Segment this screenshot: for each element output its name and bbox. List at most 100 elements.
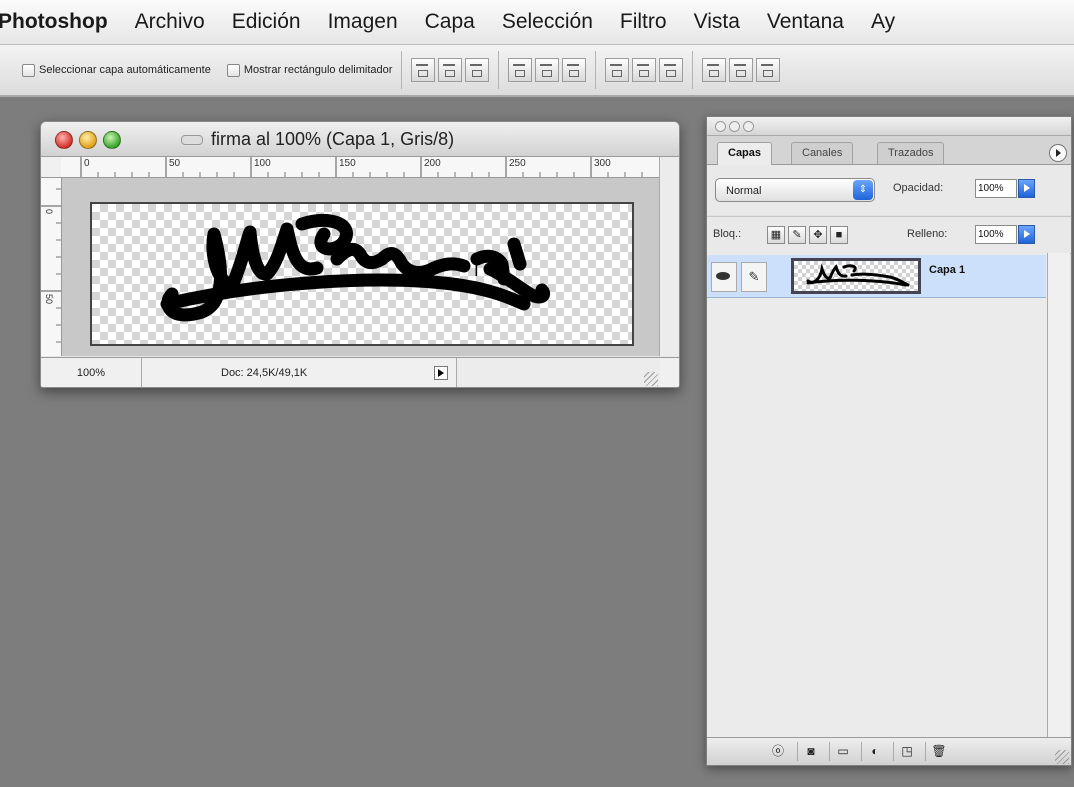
distribute-top-icon[interactable]	[605, 58, 630, 82]
palette-minimize-button[interactable]	[729, 121, 740, 132]
menu-vista[interactable]: Vista	[694, 10, 740, 34]
add-layer-mask-icon[interactable]: ◙	[797, 742, 824, 761]
close-button[interactable]	[55, 131, 73, 149]
distribute-hcenter-icon[interactable]	[729, 58, 754, 82]
document-size-info: Doc: 24,5K/49,1K	[221, 367, 308, 379]
tab-capas[interactable]: Capas	[717, 142, 773, 165]
divider	[498, 51, 500, 89]
document-horizontal-scrollbar[interactable]	[456, 358, 660, 387]
tab-canales[interactable]: Canales	[791, 142, 854, 164]
distribute-vcenter-icon[interactable]	[632, 58, 657, 82]
align-right-edges-icon[interactable]	[562, 58, 587, 82]
menu-ayuda[interactable]: Ay	[871, 10, 895, 34]
lock-all-padlock-icon[interactable]: ■	[830, 226, 848, 244]
menu-edicion[interactable]: Edición	[232, 10, 301, 34]
menu-bar: Photoshop Archivo Edición Imagen Capa Se…	[0, 0, 1074, 45]
show-bounds-checkbox[interactable]: Mostrar rectángulo delimitador	[226, 63, 393, 77]
palette-zoom-button[interactable]	[743, 121, 754, 132]
new-adjustment-layer-icon[interactable]: ◐	[861, 742, 888, 761]
distribute-left-icon[interactable]	[702, 58, 727, 82]
menu-ventana[interactable]: Ventana	[767, 10, 844, 34]
show-bounds-label: Mostrar rectángulo delimitador	[243, 64, 393, 76]
ruler-origin[interactable]	[41, 157, 62, 178]
layer-brush-link-icon[interactable]: ✎	[741, 262, 767, 292]
vertical-ruler[interactable]: 0 50	[41, 178, 62, 356]
new-layer-icon[interactable]: ◳	[893, 742, 920, 761]
blend-row: Normal ⇕ Opacidad: 100%	[707, 165, 1071, 215]
image-canvas[interactable]: I	[90, 202, 634, 346]
visibility-eye-icon[interactable]	[711, 262, 737, 292]
distribute-right-icon[interactable]	[756, 58, 781, 82]
opacity-label: Opacidad:	[893, 182, 944, 194]
minimize-button[interactable]	[79, 131, 97, 149]
document-vertical-scrollbar[interactable]	[659, 157, 679, 356]
divider	[595, 51, 597, 89]
palette-tabs: Capas Canales Trazados	[707, 136, 1071, 165]
lock-image-brush-icon[interactable]: ✎	[788, 226, 806, 244]
ruler-label: 50	[44, 294, 54, 305]
document-titlebar[interactable]: firma al 100% (Capa 1, Gris/8)	[41, 122, 679, 157]
menu-imagen[interactable]: Imagen	[328, 10, 398, 34]
opacity-slider-arrow-icon[interactable]	[1018, 179, 1035, 198]
layers-palette: Capas Canales Trazados Normal ⇕ Opacidad…	[706, 116, 1072, 766]
zoom-level-field[interactable]: 100%	[41, 358, 142, 387]
opacity-input[interactable]: 100%	[975, 179, 1017, 198]
distribute-horizontal-group	[702, 58, 781, 82]
fill-label: Relleno:	[907, 228, 948, 240]
menu-filtro[interactable]: Filtro	[620, 10, 667, 34]
horizontal-ruler[interactable]: 0 50 100 150 200 250 300	[61, 157, 659, 178]
ruler-label: 100	[254, 158, 271, 169]
status-bar: 100% Doc: 24,5K/49,1K	[41, 357, 679, 387]
blend-mode-value: Normal	[726, 185, 762, 197]
lock-position-move-icon[interactable]: ✥	[809, 226, 827, 244]
layer-row[interactable]: ✎ Capa 1	[707, 255, 1046, 298]
blend-mode-select[interactable]: Normal ⇕	[715, 178, 875, 202]
align-left-edges-icon[interactable]	[508, 58, 533, 82]
layers-vertical-scrollbar[interactable]	[1048, 253, 1070, 737]
resize-grip-icon[interactable]	[644, 372, 658, 386]
lock-label: Bloq.:	[713, 228, 742, 240]
add-layer-style-icon[interactable]: ⓞ	[765, 742, 791, 761]
ruler-ticks	[41, 188, 61, 343]
document-window: firma al 100% (Capa 1, Gris/8) 0 50 100 …	[40, 121, 680, 388]
auto-select-checkbox[interactable]: Seleccionar capa automáticamente	[22, 63, 211, 77]
ruler-label: 200	[424, 158, 441, 169]
ruler-label: 300	[594, 158, 611, 169]
distribute-vertical-group	[605, 58, 684, 82]
lock-row: Bloq.: ▦ ✎ ✥ ■ Relleno: 100%	[707, 216, 1071, 254]
layer-name[interactable]: Capa 1	[929, 264, 965, 276]
layers-list[interactable]: ✎ Capa 1	[707, 253, 1048, 737]
palette-menu-icon[interactable]	[1049, 144, 1067, 162]
palette-titlebar[interactable]	[707, 117, 1071, 136]
fill-slider-arrow-icon[interactable]	[1018, 225, 1035, 244]
checkbox-box[interactable]	[226, 63, 240, 77]
align-top-edges-icon[interactable]	[411, 58, 436, 82]
menu-capa[interactable]: Capa	[425, 10, 475, 34]
updown-arrows-icon: ⇕	[853, 180, 873, 200]
tab-trazados[interactable]: Trazados	[877, 142, 945, 164]
align-vertical-centers-icon[interactable]	[438, 58, 463, 82]
resize-grip-icon[interactable]	[1055, 750, 1069, 764]
proxy-icon[interactable]	[181, 135, 203, 145]
fill-input[interactable]: 100%	[975, 225, 1017, 244]
menu-seleccion[interactable]: Selección	[502, 10, 593, 34]
ruler-ticks	[80, 157, 643, 177]
auto-select-label: Seleccionar capa automáticamente	[39, 64, 211, 76]
align-horizontal-centers-icon[interactable]	[535, 58, 560, 82]
ruler-label: 250	[509, 158, 526, 169]
menu-photoshop[interactable]: Photoshop	[0, 10, 108, 34]
thumbnail-signature	[806, 263, 910, 287]
align-bottom-edges-icon[interactable]	[465, 58, 490, 82]
checkbox-box[interactable]	[22, 63, 35, 77]
divider	[692, 51, 694, 89]
menu-archivo[interactable]: Archivo	[135, 10, 205, 34]
pasteboard[interactable]: I	[62, 178, 659, 356]
lock-transparency-icon[interactable]: ▦	[767, 226, 785, 244]
zoom-button[interactable]	[103, 131, 121, 149]
status-menu-arrow-icon[interactable]	[434, 366, 448, 380]
delete-layer-trash-icon[interactable]: 🗑	[925, 742, 952, 761]
new-group-folder-icon[interactable]: ▭	[829, 742, 856, 761]
palette-close-button[interactable]	[715, 121, 726, 132]
layer-thumbnail[interactable]	[791, 258, 921, 294]
distribute-bottom-icon[interactable]	[659, 58, 684, 82]
